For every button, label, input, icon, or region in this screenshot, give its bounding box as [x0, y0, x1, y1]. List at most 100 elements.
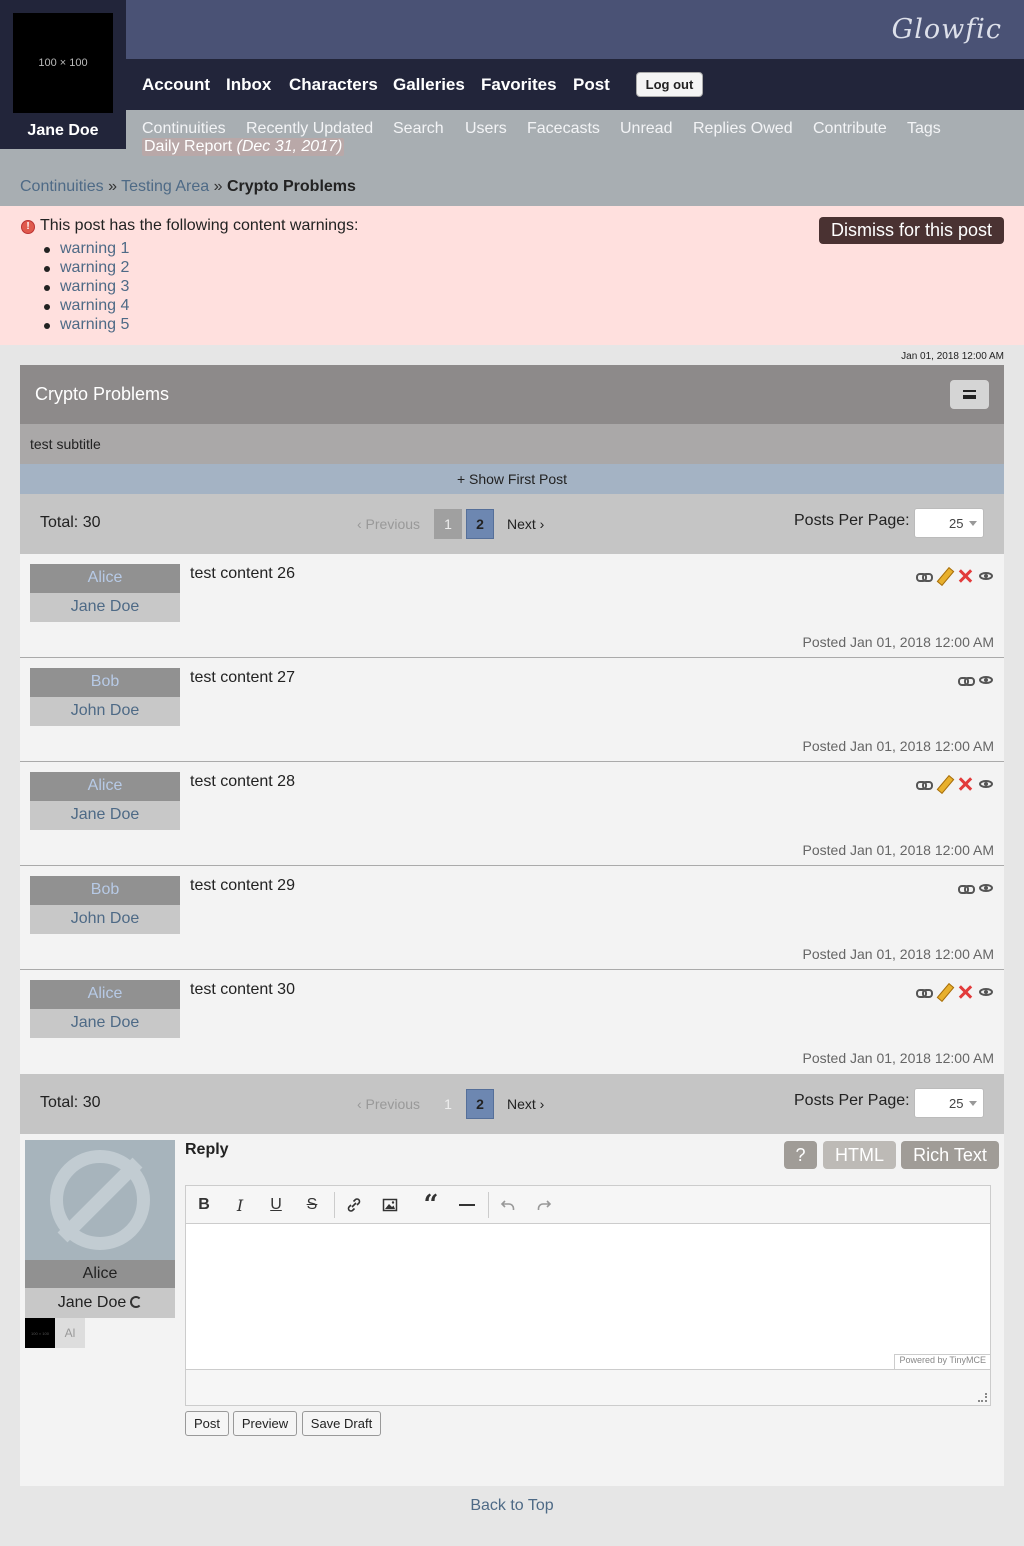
resize-handle-icon[interactable]: [978, 1393, 987, 1402]
history-eye-icon[interactable]: [978, 672, 994, 688]
edit-icon[interactable]: [936, 776, 952, 792]
pager-next[interactable]: Next ›: [507, 1096, 544, 1112]
breadcrumb-continuities[interactable]: Continuities: [20, 178, 104, 195]
reply-author[interactable]: Jane Doe: [30, 1009, 180, 1038]
posts-per-page-select[interactable]: 25: [914, 1088, 984, 1118]
redo-icon[interactable]: [532, 1194, 556, 1216]
bold-icon[interactable]: B: [192, 1194, 216, 1216]
reply-author[interactable]: Jane Doe: [30, 801, 180, 830]
pager-page-1[interactable]: 1: [434, 509, 462, 539]
post-button[interactable]: Post: [185, 1411, 229, 1436]
reply-character[interactable]: Bob: [30, 668, 180, 697]
delete-icon[interactable]: [957, 568, 973, 584]
breadcrumb: Continuities » Testing Area » Crypto Pro…: [0, 167, 1024, 206]
reply-avatar-placeholder[interactable]: [25, 1140, 175, 1260]
dismiss-warnings-button[interactable]: Dismiss for this post: [819, 217, 1004, 244]
breadcrumb-separator: »: [213, 178, 223, 195]
underline-icon[interactable]: U: [264, 1194, 288, 1216]
strikethrough-icon[interactable]: S: [300, 1194, 324, 1216]
subnav-continuities[interactable]: Continuities: [142, 120, 226, 138]
reply-form-author[interactable]: Jane Doe: [25, 1288, 175, 1318]
warning-item[interactable]: warning 3: [40, 278, 129, 297]
nav-favorites[interactable]: Favorites: [481, 75, 557, 95]
swap-character-icon[interactable]: [130, 1296, 143, 1308]
posts-per-page-select[interactable]: 25: [914, 508, 984, 538]
editor-rich-text-button[interactable]: Rich Text: [901, 1141, 999, 1169]
toolbar-divider: [488, 1192, 489, 1218]
warning-item[interactable]: warning 4: [40, 297, 129, 316]
preview-button[interactable]: Preview: [233, 1411, 297, 1436]
logout-button[interactable]: Log out: [636, 72, 703, 97]
history-eye-icon[interactable]: [978, 984, 994, 1000]
subnav-recently-updated[interactable]: Recently Updated: [246, 120, 373, 138]
show-first-post-button[interactable]: + Show First Post: [20, 464, 1004, 494]
reply-author[interactable]: John Doe: [30, 905, 180, 934]
back-to-top-link[interactable]: Back to Top: [0, 1497, 1024, 1515]
pager-page-1[interactable]: 1: [434, 1089, 462, 1119]
reply-character[interactable]: Bob: [30, 876, 180, 905]
reply-author[interactable]: Jane Doe: [30, 593, 180, 622]
undo-icon[interactable]: [496, 1194, 520, 1216]
pager-next[interactable]: Next ›: [507, 516, 544, 532]
mini-icon[interactable]: 100 × 100: [25, 1318, 55, 1348]
subnav-facecasts[interactable]: Facecasts: [527, 120, 600, 138]
editor-help-button[interactable]: ?: [784, 1141, 817, 1169]
editor-html-button[interactable]: HTML: [823, 1141, 896, 1169]
nav-galleries[interactable]: Galleries: [393, 75, 465, 95]
subnav-search[interactable]: Search: [393, 120, 444, 138]
post-timestamp: Jan 01, 2018 12:00 AM: [901, 351, 1004, 362]
link-icon[interactable]: [342, 1194, 366, 1216]
pager-total: Total: 30: [40, 514, 101, 531]
italic-icon[interactable]: I: [228, 1194, 252, 1216]
subnav-unread[interactable]: Unread: [620, 120, 672, 138]
subnav-replies-owed[interactable]: Replies Owed: [693, 120, 793, 138]
reply-actions: [915, 568, 994, 584]
powered-by-tinymce[interactable]: Powered by TinyMCE: [894, 1354, 990, 1369]
editor-text-area[interactable]: [186, 1224, 990, 1369]
delete-icon[interactable]: [957, 984, 973, 1000]
reply-character[interactable]: Alice: [30, 564, 180, 593]
horizontal-rule-icon[interactable]: [455, 1194, 479, 1216]
warning-item[interactable]: warning 5: [40, 316, 129, 335]
toolbar-divider: [334, 1192, 335, 1218]
reply-form-character[interactable]: Alice: [25, 1260, 175, 1288]
reply-actions: [915, 776, 994, 792]
history-eye-icon[interactable]: [978, 776, 994, 792]
nav-inbox[interactable]: Inbox: [226, 75, 271, 95]
reply-character[interactable]: Alice: [30, 980, 180, 1009]
history-eye-icon[interactable]: [978, 568, 994, 584]
edit-icon[interactable]: [936, 568, 952, 584]
warning-item[interactable]: warning 2: [40, 259, 129, 278]
subnav-contribute[interactable]: Contribute: [813, 120, 887, 138]
reply-form-author-name: Jane Doe: [57, 1294, 127, 1311]
permalink-icon[interactable]: [915, 984, 933, 1000]
history-eye-icon[interactable]: [978, 880, 994, 896]
nav-post[interactable]: Post: [573, 75, 610, 95]
edit-icon[interactable]: [936, 984, 952, 1000]
save-draft-button[interactable]: Save Draft: [302, 1411, 381, 1436]
mini-alias[interactable]: Al: [55, 1318, 85, 1348]
image-icon[interactable]: [378, 1194, 402, 1216]
nav-account[interactable]: Account: [142, 75, 210, 95]
user-box: 100 × 100 Jane Doe: [0, 0, 126, 149]
permalink-icon[interactable]: [957, 672, 975, 688]
reply-actions: [957, 880, 994, 896]
user-name[interactable]: Jane Doe: [0, 122, 126, 140]
nav-characters[interactable]: Characters: [289, 75, 378, 95]
breadcrumb-testing-area[interactable]: Testing Area: [121, 178, 209, 195]
posts-per-page-value: 25: [949, 1096, 964, 1111]
subnav-users[interactable]: Users: [465, 120, 507, 138]
permalink-icon[interactable]: [915, 568, 933, 584]
blockquote-icon[interactable]: “: [419, 1190, 443, 1220]
post-menu-button[interactable]: [950, 380, 989, 409]
daily-report-link[interactable]: Daily Report (Dec 31, 2017): [142, 138, 345, 156]
user-avatar[interactable]: 100 × 100: [13, 13, 113, 113]
permalink-icon[interactable]: [915, 776, 933, 792]
reply-author[interactable]: John Doe: [30, 697, 180, 726]
delete-icon[interactable]: [957, 776, 973, 792]
site-logo[interactable]: Glowfic: [892, 14, 1002, 45]
subnav-tags[interactable]: Tags: [907, 120, 941, 138]
permalink-icon[interactable]: [957, 880, 975, 896]
warning-item[interactable]: warning 1: [40, 240, 129, 259]
reply-character[interactable]: Alice: [30, 772, 180, 801]
